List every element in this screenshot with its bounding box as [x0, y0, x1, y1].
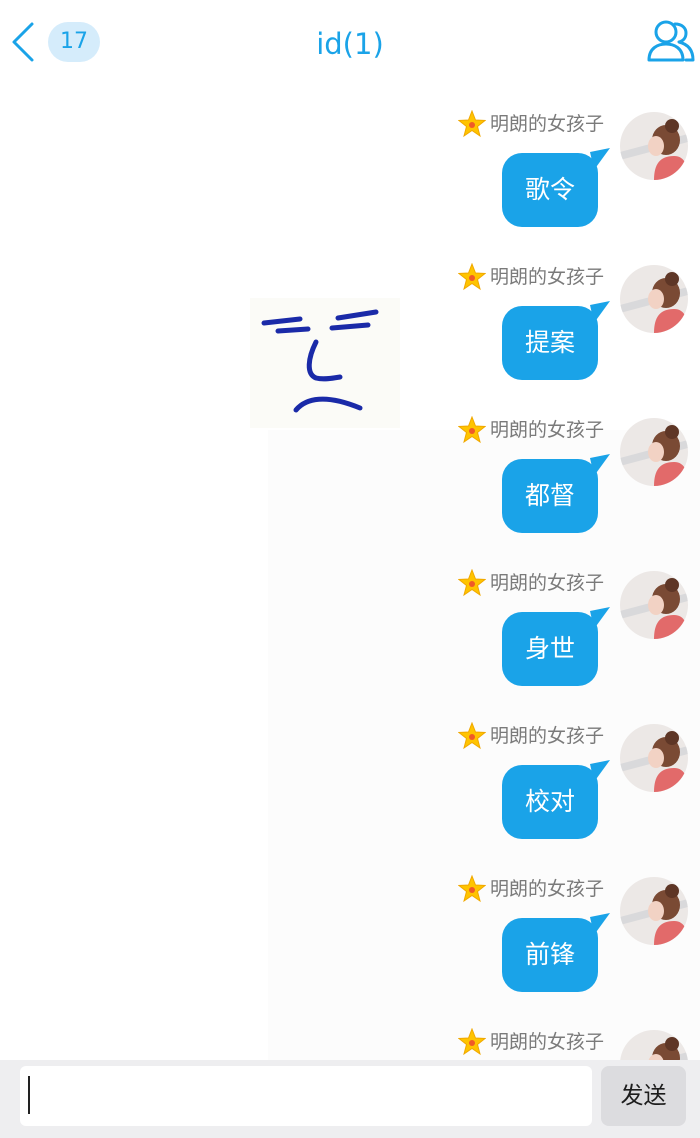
message-bubble[interactable]: 身世 [502, 612, 598, 686]
sender-line: 明朗的女孩子 [457, 1028, 604, 1056]
avatar[interactable] [620, 265, 688, 333]
sender-line: 明朗的女孩子 [457, 569, 604, 597]
avatar[interactable] [620, 877, 688, 945]
unread-count-badge[interactable]: 17 [48, 22, 100, 62]
sender-line: 明朗的女孩子 [457, 722, 604, 750]
sender-line: 明朗的女孩子 [457, 416, 604, 444]
avatar[interactable] [620, 418, 688, 486]
message-row: 明朗的女孩子 提案 [0, 241, 700, 394]
send-button[interactable]: 发送 [601, 1066, 686, 1126]
message-bubble[interactable]: 歌令 [502, 153, 598, 227]
message-bubble[interactable]: 都督 [502, 459, 598, 533]
message-row: 明朗的女孩子 歌令 [0, 88, 700, 241]
message-input[interactable] [20, 1066, 592, 1126]
message-list[interactable]: 明朗的女孩子 歌令 明朗的女孩子 提案 明朗的女孩子 都督 明朗的女孩子 身世 … [0, 88, 700, 1060]
sender-name: 明朗的女孩子 [489, 725, 604, 747]
message-row: 明朗的女孩子 身世 [0, 547, 700, 700]
star-icon [457, 722, 486, 750]
bubble-tail [590, 454, 610, 476]
sender-line: 明朗的女孩子 [457, 263, 604, 291]
star-icon [457, 416, 486, 444]
message-row: 明朗的女孩子 校对 [0, 700, 700, 853]
group-contacts-icon[interactable] [646, 18, 696, 64]
bubble-tail [590, 913, 610, 935]
star-icon [457, 875, 486, 903]
top-bar: 17 id(1) [0, 0, 700, 88]
sender-name: 明朗的女孩子 [489, 419, 604, 441]
bubble-tail [590, 301, 610, 323]
sender-line: 明朗的女孩子 [457, 875, 604, 903]
sender-name: 明朗的女孩子 [489, 266, 604, 288]
star-icon [457, 569, 486, 597]
star-icon [457, 1028, 486, 1056]
sender-name: 明朗的女孩子 [489, 878, 604, 900]
message-row: 明朗的女孩子 [0, 1006, 700, 1060]
bubble-tail [590, 607, 610, 629]
avatar[interactable] [620, 571, 688, 639]
avatar[interactable] [620, 724, 688, 792]
bubble-tail [590, 760, 610, 782]
sender-name: 明朗的女孩子 [489, 572, 604, 594]
message-bubble[interactable]: 提案 [502, 306, 598, 380]
chevron-left-icon[interactable] [6, 20, 40, 64]
message-composer: 发送 [0, 1060, 700, 1138]
message-row: 明朗的女孩子 都督 [0, 394, 700, 547]
bubble-tail [590, 148, 610, 170]
page-title: id(1) [316, 27, 384, 61]
avatar[interactable] [620, 112, 688, 180]
message-bubble[interactable]: 校对 [502, 765, 598, 839]
message-row: 明朗的女孩子 前锋 [0, 853, 700, 1006]
star-icon [457, 263, 486, 291]
sender-line: 明朗的女孩子 [457, 110, 604, 138]
avatar[interactable] [620, 1030, 688, 1060]
message-bubble[interactable]: 前锋 [502, 918, 598, 992]
sender-name: 明朗的女孩子 [489, 113, 604, 135]
star-icon [457, 110, 486, 138]
sender-name: 明朗的女孩子 [489, 1031, 604, 1053]
text-cursor [28, 1076, 30, 1114]
